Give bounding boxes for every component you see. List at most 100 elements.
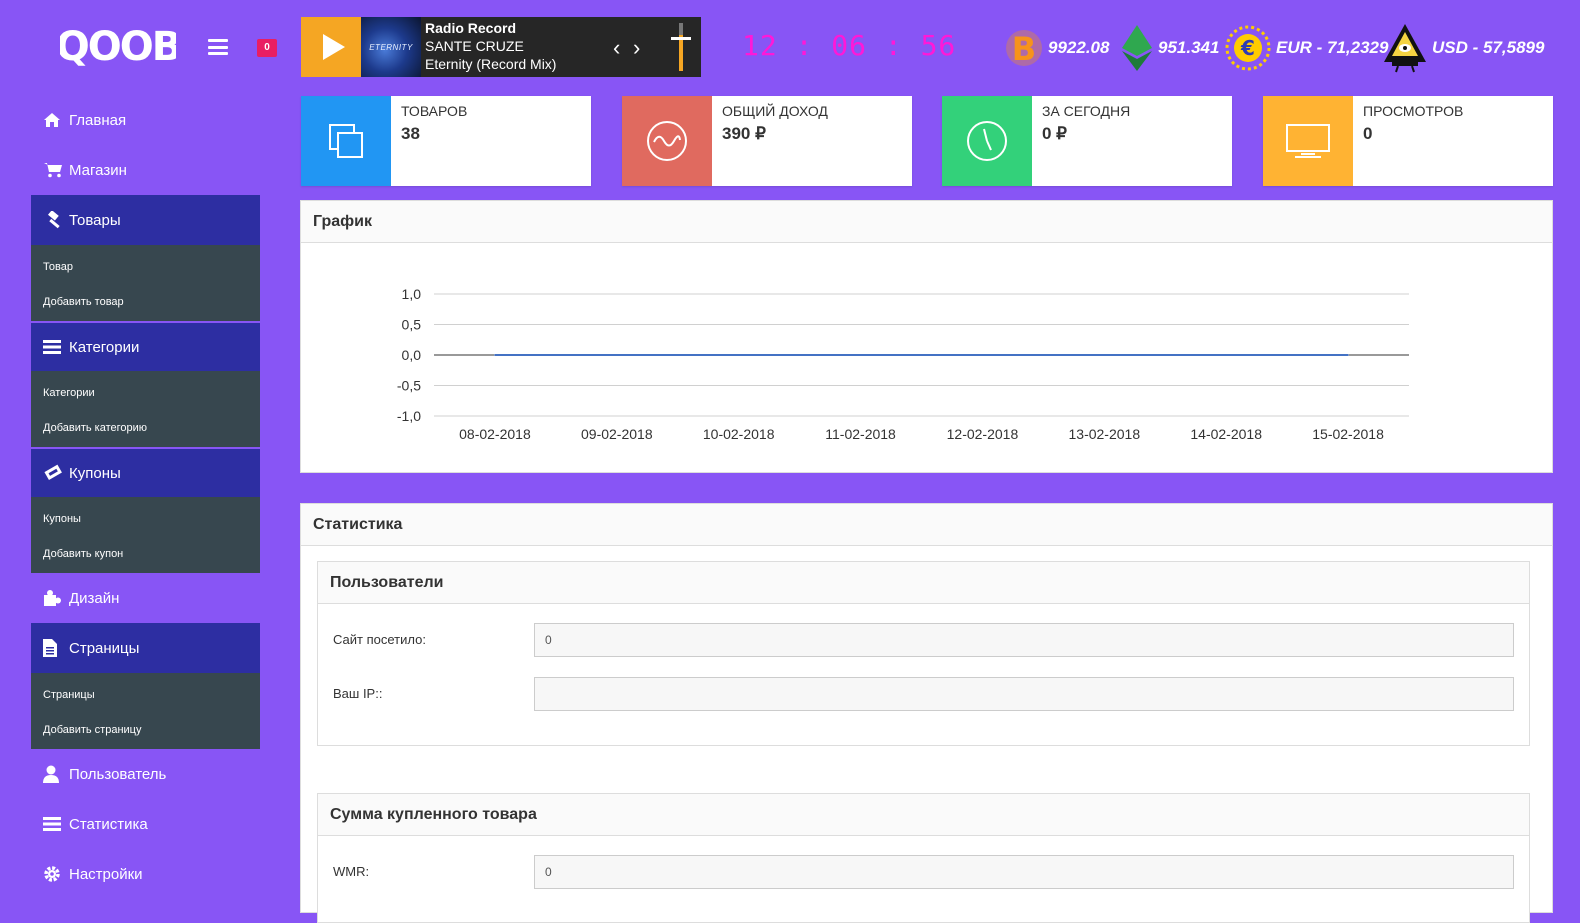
x-tick-label: 09-02-2018: [581, 426, 653, 442]
visited-row: Сайт посетило:: [318, 623, 1529, 657]
ip-label: Ваш IP::: [333, 686, 383, 701]
visited-label: Сайт посетило:: [333, 632, 426, 647]
play-button[interactable]: [301, 17, 361, 77]
wmr-row: WMR:: [318, 855, 1529, 889]
data-point: [1103, 354, 1106, 356]
sidebar-item-shop[interactable]: Магазин: [31, 145, 260, 195]
x-tick-label: 15-02-2018: [1312, 426, 1384, 442]
next-icon[interactable]: ›: [633, 35, 653, 61]
bars-icon: [43, 815, 67, 833]
logo[interactable]: QOOB: [56, 24, 183, 70]
svg-text:€: €: [1240, 36, 1255, 60]
y-tick-label: 0,5: [402, 317, 422, 333]
y-tick-label: 0,0: [402, 347, 422, 363]
y-tick-label: -0,5: [397, 378, 421, 394]
statistics-panel-title: Статистика: [301, 504, 1552, 546]
sidebar-item-coupons[interactable]: Купоны: [31, 447, 260, 497]
gavel-icon: [43, 211, 67, 229]
submenu-item-pages[interactable]: Страницы: [31, 673, 260, 711]
home-icon: [43, 111, 67, 129]
ip-input[interactable]: [534, 677, 1514, 711]
track-info: Radio Record SANTE CRUZE Eternity (Recor…: [425, 19, 556, 73]
info-box-views: ПРОСМОТРОВ 0: [1263, 96, 1553, 186]
logo-text: QOOB: [60, 26, 176, 66]
sidebar-item-label: Купоны: [69, 464, 121, 482]
copy-icon: [301, 96, 391, 186]
visited-input[interactable]: [534, 623, 1514, 657]
submenu-item-coupons[interactable]: Купоны: [31, 497, 260, 535]
euro-icon: €: [1225, 25, 1271, 71]
logo-mark: QOOB: [56, 24, 183, 70]
rate-bitcoin: B 9922.08: [1004, 18, 1109, 78]
menu-toggle-button[interactable]: [208, 39, 228, 55]
sidebar-item-label: Пользователь: [69, 765, 167, 783]
bitcoin-icon: B: [1006, 30, 1042, 68]
bitcoin-rate: 9922.08: [1048, 38, 1110, 57]
purchases-panel: Сумма купленного товара WMR:: [317, 793, 1530, 923]
euro-rate: EUR - 71,2329: [1276, 38, 1389, 57]
user-icon: [43, 765, 67, 783]
sidebar-item-statistics[interactable]: Статистика: [31, 799, 260, 849]
info-box-label: ТОВАРОВ: [401, 103, 468, 119]
submenu-products: Товар Добавить товар: [31, 245, 260, 321]
data-point: [616, 354, 618, 356]
data-point: [981, 354, 984, 356]
ethereum-rate: 951.341: [1158, 38, 1220, 57]
y-tick-label: 1,0: [402, 286, 422, 302]
data-point: [1347, 354, 1349, 356]
x-tick-label: 10-02-2018: [703, 426, 775, 442]
users-panel: Пользователи Сайт посетило: Ваш IP::: [317, 561, 1530, 746]
volume-knob[interactable]: [671, 37, 691, 40]
monitor-icon: [1263, 96, 1353, 186]
info-box-label: ПРОСМОТРОВ: [1363, 103, 1464, 119]
sidebar-item-settings[interactable]: Настройки: [31, 849, 260, 899]
sidebar: Главная Магазин Товары Товар Добавить то…: [31, 95, 260, 899]
cart-icon: [43, 161, 67, 179]
sidebar-item-design[interactable]: Дизайн: [31, 573, 260, 623]
x-tick-label: 13-02-2018: [1069, 426, 1141, 442]
sidebar-item-label: Страницы: [69, 639, 140, 657]
sidebar-item-products[interactable]: Товары: [31, 195, 260, 245]
sidebar-item-pages[interactable]: Страницы: [31, 623, 260, 673]
sidebar-item-label: Главная: [69, 111, 127, 129]
notification-badge[interactable]: 0: [257, 39, 277, 57]
rate-usd: USD - 57,5899: [1382, 18, 1544, 78]
info-box-revenue: ОБЩИЙ ДОХОД 390 ₽: [622, 96, 912, 186]
sidebar-item-home[interactable]: Главная: [31, 95, 260, 145]
sidebar-item-user[interactable]: Пользователь: [31, 749, 260, 799]
rate-euro: € EUR - 71,2329: [1224, 18, 1388, 78]
play-icon: [323, 34, 345, 60]
station-name: Radio Record: [425, 20, 517, 36]
submenu-item-add-product[interactable]: Добавить товар: [31, 283, 260, 321]
album-cover: ETERNITY: [361, 17, 421, 77]
track-title: Eternity (Record Mix): [425, 56, 557, 72]
wmr-input[interactable]: [534, 855, 1514, 889]
submenu-item-add-category[interactable]: Добавить категорию: [31, 409, 260, 447]
wmr-label: WMR:: [333, 864, 370, 879]
info-box-value: 38: [401, 124, 420, 143]
sidebar-item-label: Дизайн: [69, 589, 120, 607]
submenu-item-add-coupon[interactable]: Добавить купон: [31, 535, 260, 573]
sidebar-item-label: Статистика: [69, 815, 148, 833]
submenu-item-add-page[interactable]: Добавить страницу: [31, 711, 260, 749]
data-point: [494, 354, 496, 356]
volume-slider[interactable]: [671, 23, 691, 71]
gear-icon: [43, 865, 67, 883]
info-box-label: ЗА СЕГОДНЯ: [1042, 103, 1131, 119]
submenu-item-product[interactable]: Товар: [31, 245, 260, 283]
submenu-item-categories[interactable]: Категории: [31, 371, 260, 409]
hamburger-line: [208, 52, 228, 55]
users-panel-title: Пользователи: [318, 562, 1529, 604]
line-chart: 1,0 0,5 0,0 -0,5 -1,0 08-02-2018 09-02-2018 10-…: [397, 286, 1409, 442]
y-tick-label: -1,0: [397, 408, 421, 424]
sidebar-item-label: Категории: [69, 338, 140, 356]
hamburger-line: [208, 39, 228, 42]
rate-ethereum: 951.341: [1120, 18, 1219, 78]
info-box-value: 0 ₽: [1042, 124, 1067, 143]
sidebar-item-categories[interactable]: Категории: [31, 321, 260, 371]
prev-icon[interactable]: ‹: [613, 35, 633, 61]
purchases-panel-title: Сумма купленного товара: [318, 794, 1529, 836]
hamburger-line: [208, 45, 228, 49]
data-point: [1225, 354, 1227, 356]
chart-panel-title: График: [301, 201, 1552, 243]
